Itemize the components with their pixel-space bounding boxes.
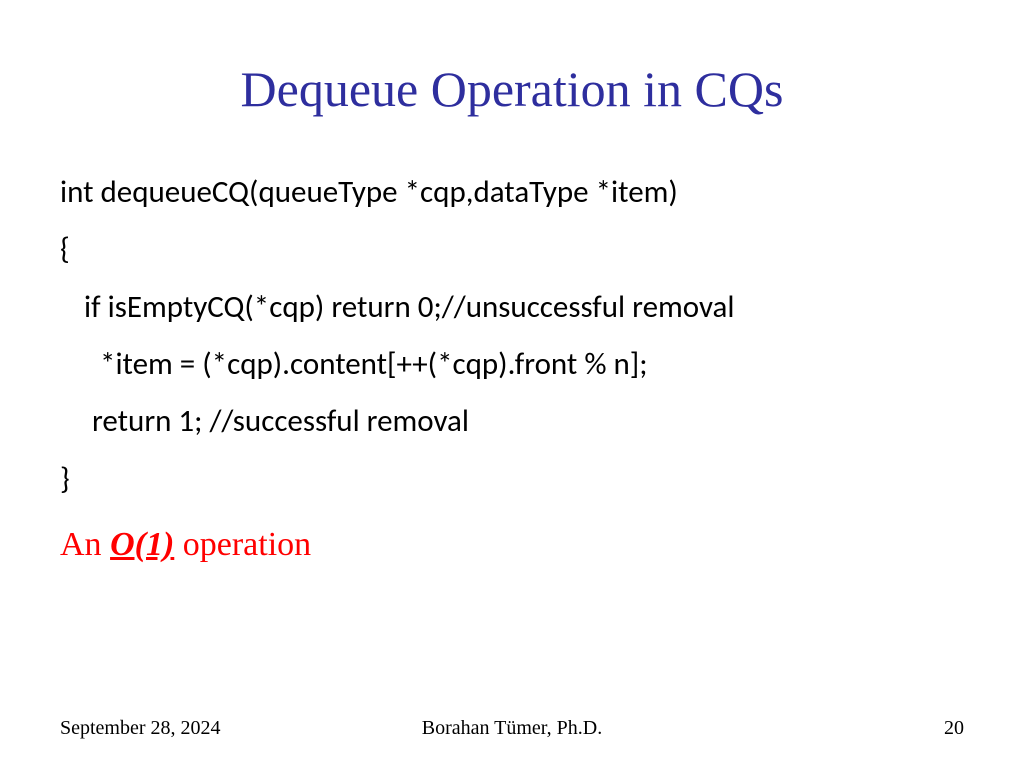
footer-page: 20 bbox=[944, 717, 964, 740]
code-line-4: *item = (*cqp).content[++(*cqp).front % … bbox=[60, 336, 964, 393]
code-line-3: if isEmptyCQ(*cqp) return 0;//unsuccessf… bbox=[60, 279, 964, 336]
code-line-1: int dequeueCQ(queueType *cqp,dataType *i… bbox=[60, 164, 964, 221]
complexity-prefix: An bbox=[60, 526, 110, 563]
complexity-suffix: operation bbox=[174, 526, 311, 563]
slide: Dequeue Operation in CQs int dequeueCQ(q… bbox=[0, 0, 1024, 768]
slide-footer: September 28, 2024 Borahan Tümer, Ph.D. … bbox=[60, 717, 964, 740]
complexity-note: An O(1) operation bbox=[60, 514, 964, 577]
complexity-bigo: O(1) bbox=[110, 526, 174, 563]
slide-title: Dequeue Operation in CQs bbox=[60, 60, 964, 118]
code-line-5: return 1; //successful removal bbox=[60, 393, 964, 450]
code-line-6: } bbox=[60, 451, 964, 508]
footer-date: September 28, 2024 bbox=[60, 717, 221, 740]
code-line-2: { bbox=[60, 221, 964, 278]
slide-body: int dequeueCQ(queueType *cqp,dataType *i… bbox=[60, 164, 964, 577]
